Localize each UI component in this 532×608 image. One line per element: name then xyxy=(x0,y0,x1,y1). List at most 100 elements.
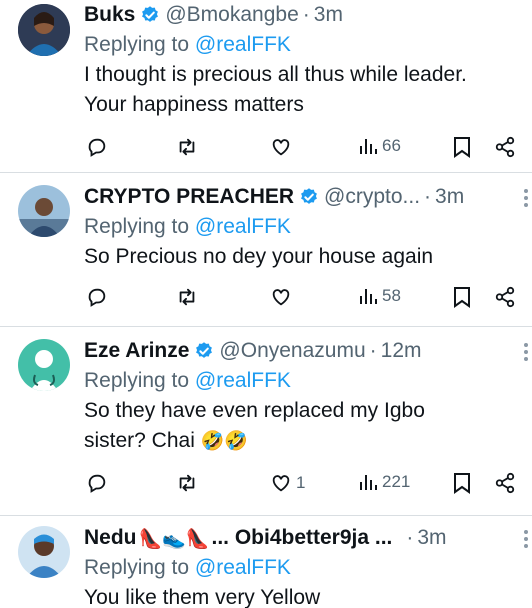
tweet-text-line: I thought is precious all thus while lea… xyxy=(84,63,467,86)
verified-badge-icon xyxy=(196,342,213,358)
tweet-text-line: sister? Chai 🤣🤣 xyxy=(84,426,518,456)
heart-icon xyxy=(272,289,290,306)
shoes-emoji-icon: 👠👟👠 xyxy=(138,527,210,550)
replying-to-label: Replying to xyxy=(84,33,190,56)
reply-target-link[interactable]: @realFFK xyxy=(195,369,291,392)
separator-dot: · xyxy=(424,185,432,208)
separator-dot: · xyxy=(406,526,414,549)
avatar[interactable] xyxy=(18,339,70,391)
more-options-icon[interactable] xyxy=(524,189,528,207)
bookmark-button[interactable] xyxy=(452,286,472,308)
tweet-text-line: So they have even replaced my Igbo xyxy=(84,399,425,422)
like-button[interactable]: 1 xyxy=(270,472,305,494)
replying-to-label: Replying to xyxy=(84,556,190,579)
retweet-button[interactable] xyxy=(175,136,199,158)
author-name[interactable]: Buks xyxy=(84,3,135,27)
views-button[interactable]: 66 xyxy=(358,136,401,156)
views-button[interactable]: 221 xyxy=(358,472,410,492)
more-options-icon[interactable] xyxy=(524,530,528,548)
laughing-emoji-icon: 🤣🤣 xyxy=(200,430,249,452)
reply-target-link[interactable]: @realFFK xyxy=(195,556,291,579)
separator-dot: · xyxy=(369,339,377,362)
share-icon xyxy=(495,286,515,308)
like-button[interactable] xyxy=(270,286,296,308)
author-name[interactable]: Eze Arinze xyxy=(84,339,189,363)
tweet-text: So Precious no dey your house again xyxy=(84,242,518,272)
author-handle[interactable]: @Onyenazumu xyxy=(219,339,365,363)
reply-target-link[interactable]: @realFFK xyxy=(195,33,291,56)
tweet-text-line: So Precious no dey your house again xyxy=(84,245,434,268)
avatar[interactable] xyxy=(18,4,70,56)
replying-to: Replying to @realFFK xyxy=(84,30,518,60)
share-icon xyxy=(495,472,515,494)
tweet-4[interactable]: Nedu 👠👟👠 ... Obi4better9ja ... · 3m Repl… xyxy=(0,516,532,608)
reply-button[interactable] xyxy=(86,286,108,308)
replying-to: Replying to @realFFK xyxy=(84,366,518,396)
replying-to: Replying to @realFFK xyxy=(84,212,518,242)
retweet-icon xyxy=(179,138,195,156)
views-count: 66 xyxy=(382,136,401,155)
timestamp[interactable]: 12m xyxy=(381,339,422,363)
author-name-suffix[interactable]: ... Obi4better9ja ... xyxy=(211,526,392,550)
bookmark-button[interactable] xyxy=(452,472,472,494)
views-icon xyxy=(360,289,377,304)
tweet-2[interactable]: CRYPTO PREACHER @crypto... · 3m Replying… xyxy=(0,173,532,326)
reply-target-link[interactable]: @realFFK xyxy=(195,215,291,238)
avatar[interactable] xyxy=(18,526,70,578)
views-icon xyxy=(360,139,377,154)
heart-icon xyxy=(272,475,290,492)
tweet-text-line-part: sister? Chai xyxy=(84,429,195,452)
bookmark-icon xyxy=(454,473,470,494)
reply-icon xyxy=(88,288,106,307)
timestamp[interactable]: 3m xyxy=(314,3,343,27)
like-button[interactable] xyxy=(270,136,296,158)
tweet-text: You like them very Yellow xyxy=(84,583,518,608)
author-handle[interactable]: @Bmokangbe xyxy=(165,3,298,27)
heart-icon xyxy=(272,139,290,156)
reply-button[interactable] xyxy=(86,472,108,494)
replying-to-label: Replying to xyxy=(84,215,190,238)
tweet-header: Eze Arinze @Onyenazumu · 12m xyxy=(84,336,518,366)
share-button[interactable] xyxy=(494,472,516,494)
author-name[interactable]: Nedu xyxy=(84,526,137,550)
tweet-text: I thought is precious all thus while lea… xyxy=(84,60,518,120)
share-button[interactable] xyxy=(494,136,516,158)
reply-icon xyxy=(88,474,106,493)
reply-icon xyxy=(88,138,106,157)
retweet-icon xyxy=(179,474,195,492)
bookmark-button[interactable] xyxy=(452,136,472,158)
bookmark-icon xyxy=(454,137,470,158)
retweet-button[interactable] xyxy=(175,472,199,494)
author-name[interactable]: CRYPTO PREACHER xyxy=(84,185,294,209)
views-button[interactable]: 58 xyxy=(358,286,401,306)
avatar[interactable] xyxy=(18,185,70,237)
action-bar: 1 221 xyxy=(0,472,532,500)
like-count: 1 xyxy=(296,473,306,492)
verified-badge-icon xyxy=(142,6,159,22)
tweet-header: Nedu 👠👟👠 ... Obi4better9ja ... · 3m xyxy=(84,523,518,553)
more-options-icon[interactable] xyxy=(524,343,528,361)
retweet-button[interactable] xyxy=(175,286,199,308)
timestamp[interactable]: 3m xyxy=(417,526,446,550)
replying-to-label: Replying to xyxy=(84,369,190,392)
tweet-text-line: You like them very Yellow xyxy=(84,586,321,608)
action-bar: 58 xyxy=(0,286,532,314)
tweet-3[interactable]: Eze Arinze @Onyenazumu · 12m Replying to… xyxy=(0,327,532,515)
tweet-1[interactable]: Buks @Bmokangbe · 3m Replying to @realFF… xyxy=(0,0,532,172)
tweet-header: CRYPTO PREACHER @crypto... · 3m xyxy=(84,182,518,212)
tweet-text-line: Your happiness matters xyxy=(84,93,304,116)
views-count: 221 xyxy=(382,472,411,491)
share-button[interactable] xyxy=(494,286,516,308)
author-handle[interactable]: @crypto... xyxy=(324,185,420,209)
action-bar: 66 xyxy=(0,136,532,164)
views-count: 58 xyxy=(382,286,401,305)
share-icon xyxy=(495,136,515,158)
views-icon xyxy=(360,475,377,490)
separator-dot: · xyxy=(302,3,310,26)
tweet-header: Buks @Bmokangbe · 3m xyxy=(84,0,518,30)
tweet-text: So they have even replaced my Igbo siste… xyxy=(84,396,518,456)
retweet-icon xyxy=(179,288,195,306)
timestamp[interactable]: 3m xyxy=(435,185,464,209)
reply-button[interactable] xyxy=(86,136,108,158)
replying-to: Replying to @realFFK xyxy=(84,553,518,583)
